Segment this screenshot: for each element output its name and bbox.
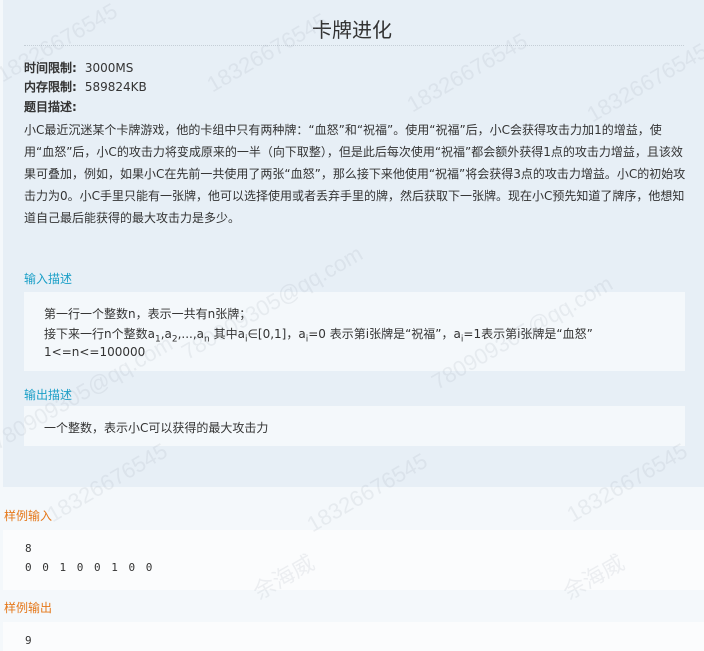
page-title: 卡牌进化 (312, 18, 392, 42)
input-line-2: 接下来一行n个整数a1,a2,...,an 其中ai∈[0,1]，ai=0 表示… (44, 327, 593, 345)
input-line-1: 第一行一个整数n，表示一共有n张牌； (44, 307, 252, 321)
time-limit: 时间限制: 3000MS (24, 60, 133, 77)
sample-output-heading: 样例输出 (4, 601, 53, 615)
input-description-heading: 输入描述 (24, 272, 73, 286)
problem-description: 小C最近沉迷某个卡牌游戏，他的卡组中只有两种牌：“血怒”和“祝福”。使用“祝福”… (24, 123, 686, 225)
memory-limit-label: 内存限制: (24, 80, 77, 94)
sample-output-box[interactable]: 9 (3, 622, 704, 651)
sample-input-box[interactable]: 8 0 0 1 0 0 1 0 0 (3, 530, 704, 590)
sample-output-line-1: 9 (25, 634, 34, 647)
input-description-box: 第一行一个整数n，表示一共有n张牌； 接下来一行n个整数a1,a2,...,an… (24, 292, 685, 371)
time-limit-value: 3000MS (84, 61, 134, 75)
title-divider (24, 45, 684, 46)
input-line-3: 1<=n<=100000 (44, 345, 146, 359)
memory-limit: 内存限制: 589824KB (24, 79, 147, 96)
time-limit-label: 时间限制: (24, 61, 77, 75)
output-description-box: 一个整数，表示小C可以获得的最大攻击力 (24, 406, 685, 446)
output-line-1: 一个整数，表示小C可以获得的最大攻击力 (44, 421, 269, 435)
description-heading: 题目描述: (24, 99, 77, 116)
sample-input-line-2: 0 0 1 0 0 1 0 0 (25, 561, 155, 574)
memory-limit-value: 589824KB (84, 80, 147, 94)
sample-input-line-1: 8 (25, 542, 34, 555)
description-label: 题目描述: (24, 100, 77, 114)
output-description-heading: 输出描述 (24, 388, 73, 402)
sample-input-heading: 样例输入 (4, 509, 53, 523)
